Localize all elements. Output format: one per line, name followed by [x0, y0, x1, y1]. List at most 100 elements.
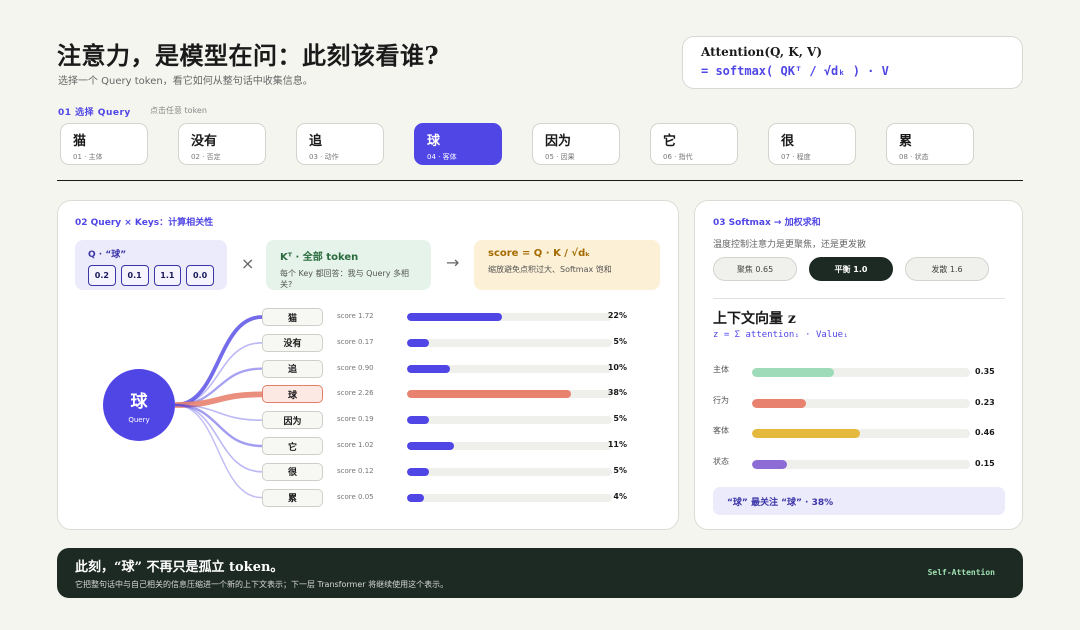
weight-track — [407, 338, 612, 347]
query-node-word: 球 — [130, 391, 148, 412]
component-label: 主体 — [713, 365, 729, 374]
weight-track — [407, 364, 612, 373]
key-token[interactable]: 因为 — [262, 411, 323, 430]
component-track — [752, 398, 970, 408]
context-component-row: 主体 0.35 — [713, 364, 995, 378]
key-token[interactable]: 球 — [262, 385, 323, 404]
weight-bar — [407, 493, 425, 502]
key-score: score 0.90 — [337, 363, 374, 372]
attention-link — [174, 404, 263, 499]
context-vector-formula: z = Σ attentionᵢ · Valueᵢ — [713, 330, 849, 340]
token-button[interactable]: 很 07 · 程度 — [768, 123, 856, 165]
weight-bar — [407, 467, 429, 476]
weight-label: 11% — [607, 440, 627, 449]
focus-summary: “球” 最关注 “球” · 38% — [713, 487, 1005, 515]
weight-label: 5% — [613, 465, 627, 475]
component-value: 0.46 — [975, 428, 995, 437]
weight-track — [407, 390, 612, 399]
weight-track — [407, 493, 612, 502]
query-keys-panel: 02 Query × Keys：计算相关性 Q · “球” 0.2 0.1 1.1 0… — [57, 200, 679, 530]
attention-link — [174, 391, 263, 408]
key-score: score 0.12 — [337, 466, 374, 475]
weight-bar — [407, 364, 451, 373]
weight-bar — [407, 390, 571, 399]
footer-subtitle: 它把整句话中与自己相关的信息压缩进一个新的上下文表示；下一层 Transform… — [75, 580, 449, 589]
key-token[interactable]: 没有 — [262, 333, 323, 352]
weight-bar — [407, 442, 455, 450]
token-meta: 08 · 状态 — [899, 153, 929, 161]
token-meta: 07 · 程度 — [781, 153, 811, 161]
component-track — [752, 459, 970, 469]
key-row: 因为 score 0.19 5% — [262, 411, 632, 430]
page-title: 注意力，是模型在问：此刻该看谁? — [57, 41, 440, 70]
key-token[interactable]: 猫 — [262, 308, 323, 326]
token-meta: 01 · 主体 — [73, 153, 103, 161]
component-bar — [752, 459, 788, 469]
token-word: 没有 — [191, 134, 218, 149]
weight-track — [407, 416, 612, 425]
weight-label: 4% — [613, 491, 627, 501]
token-word: 因为 — [545, 134, 572, 149]
token-button[interactable]: 累 08 · 状态 — [886, 123, 974, 165]
token-button[interactable]: 它 06 · 指代 — [650, 123, 738, 165]
token-word: 累 — [899, 134, 913, 149]
token-button[interactable]: 追 03 · 动作 — [296, 123, 384, 165]
component-bar — [752, 368, 835, 377]
temperature-button[interactable]: 平衡 1.0 — [809, 257, 893, 281]
token-meta: 02 · 否定 — [191, 153, 221, 161]
token-meta: 04 · 客体 — [427, 153, 457, 161]
footer-banner: 此刻，“球” 不再只是孤立 token。 它把整句话中与自己相关的信息压缩进一个… — [57, 548, 1023, 598]
page-subtitle: 选择一个 Query token，看它如何从整句话中收集信息。 — [58, 76, 313, 87]
key-row: 猫 score 1.72 22% — [262, 308, 632, 326]
footer-tag: Self-Attention — [927, 568, 995, 577]
key-row: 追 score 0.90 10% — [262, 359, 632, 378]
panel3-title: 03 Softmax → 加权求和 — [713, 218, 821, 228]
token-button[interactable]: 因为 05 · 因果 — [532, 123, 620, 165]
token-word: 它 — [663, 134, 677, 149]
component-track — [752, 368, 970, 377]
component-track — [752, 429, 970, 438]
key-score: score 1.02 — [337, 441, 374, 449]
attention-link — [174, 404, 263, 473]
temperature-button[interactable]: 发散 1.6 — [905, 257, 989, 281]
token-meta: 03 · 动作 — [309, 153, 339, 161]
component-label: 客体 — [713, 426, 729, 435]
token-button[interactable]: 猫 01 · 主体 — [60, 123, 148, 165]
query-node: 球 Query — [103, 369, 175, 441]
token-word: 追 — [309, 134, 323, 149]
weight-bar — [407, 338, 429, 347]
key-token[interactable]: 它 — [262, 437, 323, 455]
key-token[interactable]: 很 — [262, 462, 323, 481]
temperature-button[interactable]: 聚焦 0.65 — [713, 257, 797, 281]
token-button[interactable]: 球 04 · 客体 — [414, 123, 502, 165]
component-label: 状态 — [713, 456, 729, 466]
component-value: 0.35 — [975, 367, 995, 376]
weight-track — [407, 313, 612, 321]
weight-bar — [407, 416, 429, 425]
key-row: 累 score 0.05 4% — [262, 488, 632, 507]
context-vector-title: 上下文向量 z — [713, 311, 796, 327]
weight-bar — [407, 313, 502, 321]
panel3-divider — [713, 298, 1005, 299]
token-word: 猫 — [73, 134, 87, 149]
token-word: 球 — [427, 134, 441, 149]
footer-title: 此刻，“球” 不再只是孤立 token。 — [75, 560, 284, 575]
token-button[interactable]: 没有 02 · 否定 — [178, 123, 266, 165]
component-bar — [752, 429, 861, 438]
key-token[interactable]: 追 — [262, 359, 323, 378]
key-token[interactable]: 累 — [262, 488, 323, 507]
key-score: score 0.17 — [337, 337, 374, 346]
key-score: score 2.26 — [337, 389, 374, 398]
key-row: 很 score 0.12 5% — [262, 462, 632, 481]
component-label: 行为 — [713, 395, 729, 405]
step1-title: 01 选择 Query — [58, 108, 131, 118]
softmax-panel: 03 Softmax → 加权求和 温度控制注意力是更聚焦，还是更发散 聚焦 0… — [694, 200, 1023, 530]
formula-line-1: Attention(Q, K, V) — [701, 45, 823, 59]
attention-link — [174, 315, 263, 407]
context-component-row: 行为 0.23 — [713, 395, 995, 409]
component-bar — [752, 398, 807, 408]
weight-track — [407, 467, 612, 476]
component-value: 0.23 — [975, 397, 995, 407]
weight-label: 10% — [607, 362, 627, 372]
formula-line-2: = softmax( QKᵀ / √dₖ ) · V — [701, 64, 889, 78]
